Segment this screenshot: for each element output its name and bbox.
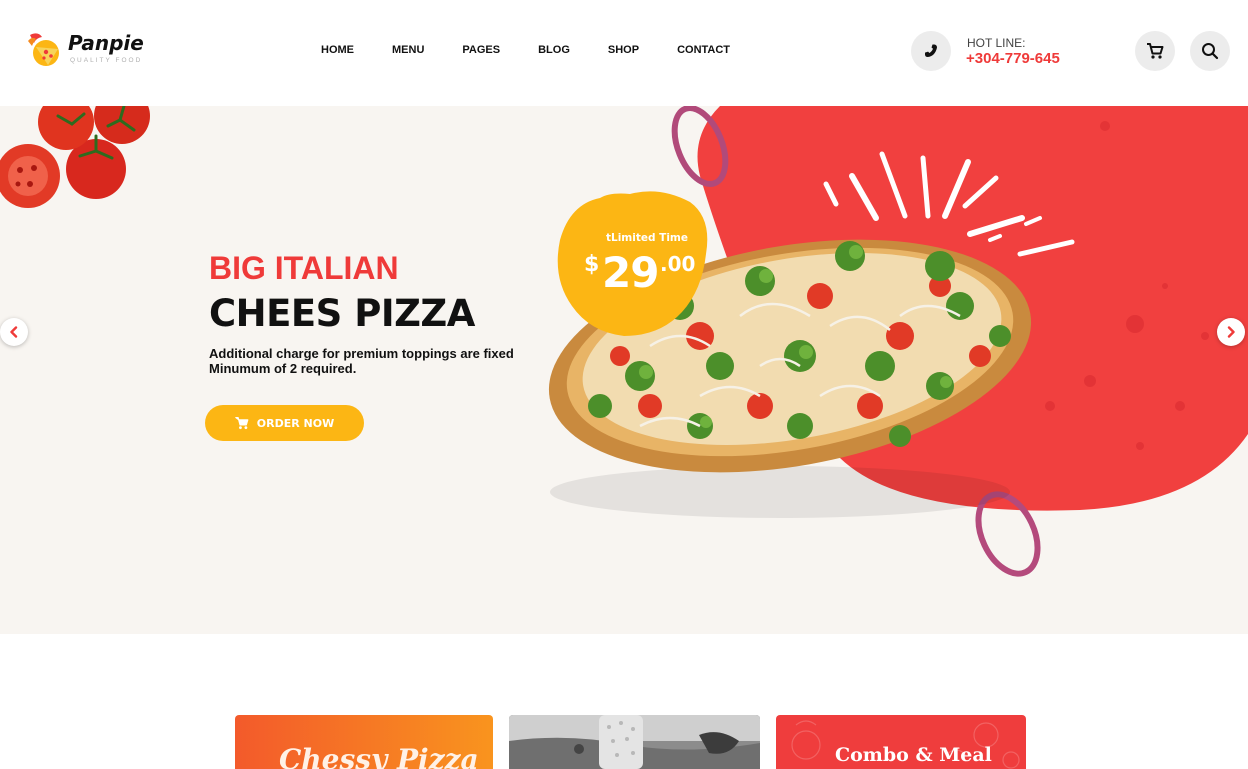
- nav-item-shop[interactable]: SHOP: [608, 44, 639, 56]
- badge-price-int: 29: [602, 248, 659, 297]
- nav-item-blog[interactable]: BLOG: [538, 44, 570, 56]
- hero-illustration: [0, 106, 1248, 577]
- hero-subtitle: BIG ITALIAN: [209, 250, 399, 286]
- category-card-photo[interactable]: [509, 715, 760, 769]
- category-card-chessy-pizza[interactable]: Chessy Pizza: [235, 715, 493, 769]
- nav-item-pages[interactable]: PAGES: [462, 44, 500, 56]
- main-nav: HOME MENU PAGES BLOG SHOP CONTACT: [321, 44, 730, 56]
- phone-icon: [925, 44, 937, 57]
- tomatoes-decoration: [0, 106, 150, 208]
- category-card-label: Combo & Meal: [835, 744, 992, 766]
- logo[interactable]: Panpie QUALITY FOOD: [24, 27, 154, 71]
- hero-slider: tLimited Time $ 29 .00 BIG ITALIAN CHEES…: [0, 106, 1248, 634]
- search-icon: [1202, 43, 1219, 60]
- nav-item-contact[interactable]: CONTACT: [677, 44, 730, 56]
- slider-prev-button[interactable]: [0, 318, 28, 346]
- nav-item-home[interactable]: HOME: [321, 44, 354, 56]
- hotline-number[interactable]: +304-779-645: [966, 50, 1060, 67]
- hotline-label: HOT LINE:: [967, 36, 1026, 50]
- phone-button[interactable]: [911, 31, 951, 71]
- hero-description: Additional charge for premium toppings a…: [209, 346, 514, 376]
- nav-item-menu[interactable]: MENU: [392, 44, 424, 56]
- cart-icon: [1147, 43, 1164, 59]
- cart-button[interactable]: [1135, 31, 1175, 71]
- chevron-left-icon: [10, 326, 18, 338]
- order-now-label: ORDER NOW: [256, 416, 335, 430]
- chevron-right-icon: [1227, 326, 1235, 338]
- hero-title: CHEES PIZZA: [209, 292, 475, 335]
- brand-name: Panpie: [68, 31, 144, 55]
- badge-currency: $: [584, 252, 600, 277]
- category-card-label: Chessy Pizza: [279, 743, 479, 769]
- search-button[interactable]: [1190, 31, 1230, 71]
- brand-tagline: QUALITY FOOD: [70, 57, 143, 64]
- slider-next-button[interactable]: [1217, 318, 1245, 346]
- category-card-image: [509, 715, 760, 769]
- badge-label: tLimited Time: [606, 232, 688, 244]
- category-card-combo-meal[interactable]: Combo & Meal: [776, 715, 1026, 769]
- cart-icon: [234, 416, 249, 430]
- order-now-button[interactable]: ORDER NOW: [205, 405, 364, 441]
- pizza-slice-icon: [28, 33, 59, 66]
- badge-price-dec: .00: [660, 252, 696, 276]
- site-header: Panpie QUALITY FOOD HOME MENU PAGES BLOG…: [0, 0, 1248, 106]
